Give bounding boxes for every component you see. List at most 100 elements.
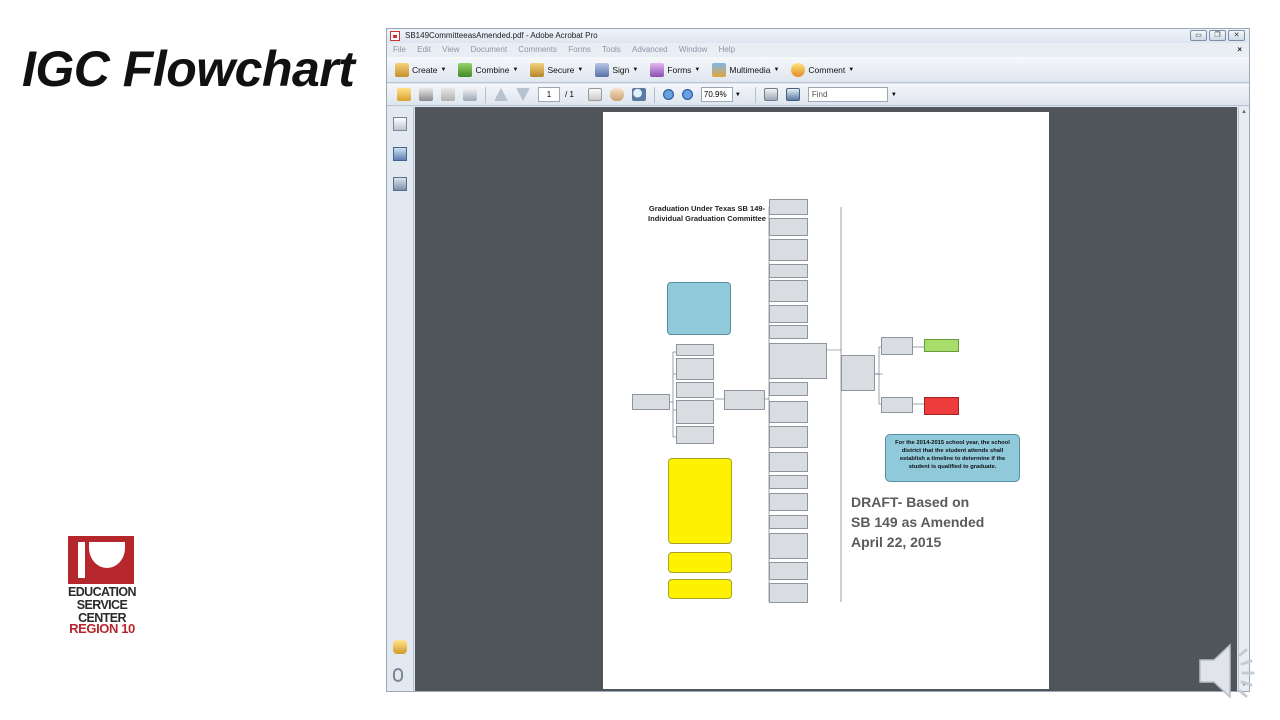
draft-line-3: April 22, 2015	[851, 534, 942, 550]
translator-note-box	[668, 552, 732, 573]
menu-document[interactable]: Document	[471, 45, 507, 54]
zoom-input[interactable]: 70.9%	[700, 87, 733, 102]
create-icon	[395, 62, 409, 77]
menu-edit[interactable]: Edit	[417, 45, 431, 54]
combine-label: Combine	[475, 64, 510, 75]
bookmarks-panel-icon[interactable]	[393, 147, 407, 161]
slide-title: IGC Flowchart	[22, 41, 355, 97]
criteria-box	[769, 475, 808, 489]
zoom-out-icon[interactable]	[662, 89, 674, 100]
open-icon[interactable]	[397, 88, 411, 101]
save-icon[interactable]	[441, 88, 455, 101]
criteria-box	[769, 343, 827, 379]
print-icon[interactable]	[419, 88, 433, 101]
pdf-page: Graduation Under Texas SB 149- Individua…	[603, 112, 1049, 689]
navigation-toolbar: 1 / 1 70.9% ▼ Find ▼	[387, 84, 1249, 106]
criteria-box	[769, 452, 808, 472]
comment-button[interactable]: Comment ▼	[791, 62, 854, 77]
criteria-box	[769, 426, 808, 448]
menu-bar: File Edit View Document Comments Forms T…	[387, 43, 1249, 57]
criteria-box	[769, 264, 808, 278]
zoom-icon[interactable]	[631, 88, 646, 101]
page-total: / 1	[565, 90, 574, 99]
draft-line-2: SB 149 as Amended	[851, 514, 985, 530]
flowchart-title: Graduation Under Texas SB 149- Individua…	[648, 204, 766, 223]
criteria-box	[769, 515, 808, 529]
menu-window[interactable]: Window	[679, 45, 707, 54]
superintendent-note-box	[668, 579, 732, 599]
forms-button[interactable]: Forms ▼	[650, 62, 700, 77]
attachments-panel-icon[interactable]	[393, 668, 403, 682]
secure-button[interactable]: Secure ▼	[530, 62, 583, 77]
slide: IGC Flowchart EDUCATION SERVICE CENTER R…	[0, 0, 1280, 720]
committee-note-box	[667, 282, 731, 335]
create-label: Create	[412, 64, 438, 75]
email-icon[interactable]	[463, 88, 477, 101]
acrobat-window: SB149CommitteeasAmended.pdf - Adobe Acro…	[386, 28, 1250, 692]
timeline-note: For the 2014-2015 school year, the schoo…	[885, 434, 1020, 482]
responsibilities-box	[668, 458, 732, 544]
navigation-sidebar	[387, 107, 414, 691]
combine-icon	[458, 62, 473, 77]
hand-icon[interactable]	[609, 88, 624, 101]
criteria-box	[769, 280, 808, 302]
create-button[interactable]: Create ▼	[395, 62, 446, 77]
fit-page-icon[interactable]	[763, 88, 778, 101]
criteria-box	[769, 382, 808, 396]
find-input[interactable]: Find	[807, 87, 888, 102]
next-page-icon[interactable]	[516, 88, 530, 101]
close-button[interactable]: ✕	[1228, 30, 1245, 41]
logo-mark	[68, 536, 134, 584]
vertical-scrollbar[interactable]: ▲ ▼	[1238, 107, 1249, 691]
secure-icon	[530, 62, 545, 77]
pages-panel-icon[interactable]	[393, 117, 407, 131]
criteria-box	[769, 325, 808, 339]
close-document-icon[interactable]: ×	[1237, 43, 1242, 57]
sign-label: Sign	[612, 64, 630, 75]
esc-region10-logo: EDUCATION SERVICE CENTER REGION 10	[64, 536, 140, 636]
criteria-box	[769, 583, 808, 603]
comments-panel-icon[interactable]	[393, 640, 407, 654]
menu-view[interactable]: View	[442, 45, 459, 54]
menu-file[interactable]: File	[393, 45, 406, 54]
sign-icon	[595, 62, 610, 77]
menu-help[interactable]: Help	[719, 45, 735, 54]
menu-tools[interactable]: Tools	[602, 45, 621, 54]
criteria-box	[769, 401, 808, 423]
prev-page-icon[interactable]	[494, 88, 508, 101]
criteria-box	[769, 305, 808, 323]
fullscreen-icon[interactable]	[785, 88, 800, 101]
menu-forms[interactable]: Forms	[568, 45, 591, 54]
menu-comments[interactable]: Comments	[518, 45, 557, 54]
multimedia-icon	[712, 62, 727, 77]
decision-box	[841, 355, 875, 391]
comment-label: Comment	[808, 64, 846, 75]
multimedia-button[interactable]: Multimedia ▼	[712, 62, 779, 77]
comment-icon	[791, 62, 806, 77]
forms-icon	[650, 62, 665, 77]
student-may-graduate-box	[924, 339, 959, 352]
document-viewer: Graduation Under Texas SB 149- Individua…	[415, 107, 1237, 691]
zoom-in-icon[interactable]	[681, 89, 693, 100]
page-number-input[interactable]: 1	[538, 87, 560, 102]
determine-requirements-box	[724, 390, 765, 410]
task-toolbar: Create ▼ Combine ▼ Secure ▼ Sign ▼ Forms ▼ Mu…	[387, 57, 1249, 83]
draft-line-1: DRAFT- Based on	[851, 494, 970, 510]
signatures-panel-icon[interactable]	[393, 177, 407, 191]
committee-member-box	[676, 426, 714, 444]
sign-button[interactable]: Sign ▼	[595, 62, 638, 77]
combine-button[interactable]: Combine ▼	[458, 62, 518, 77]
speaker-icon[interactable]	[1196, 640, 1264, 702]
forms-label: Forms	[667, 64, 692, 75]
menu-advanced[interactable]: Advanced	[632, 45, 668, 54]
no-box	[881, 397, 913, 413]
select-icon[interactable]	[587, 88, 602, 101]
student-does-not-graduate-box	[924, 397, 959, 415]
criteria-box	[769, 239, 808, 261]
criteria-box	[769, 199, 808, 215]
criteria-box	[769, 218, 808, 236]
committee-member-box	[676, 344, 714, 356]
secure-label: Secure	[547, 64, 575, 75]
minimize-button[interactable]: ▭	[1190, 30, 1207, 41]
restore-button[interactable]: ❐	[1209, 30, 1226, 41]
